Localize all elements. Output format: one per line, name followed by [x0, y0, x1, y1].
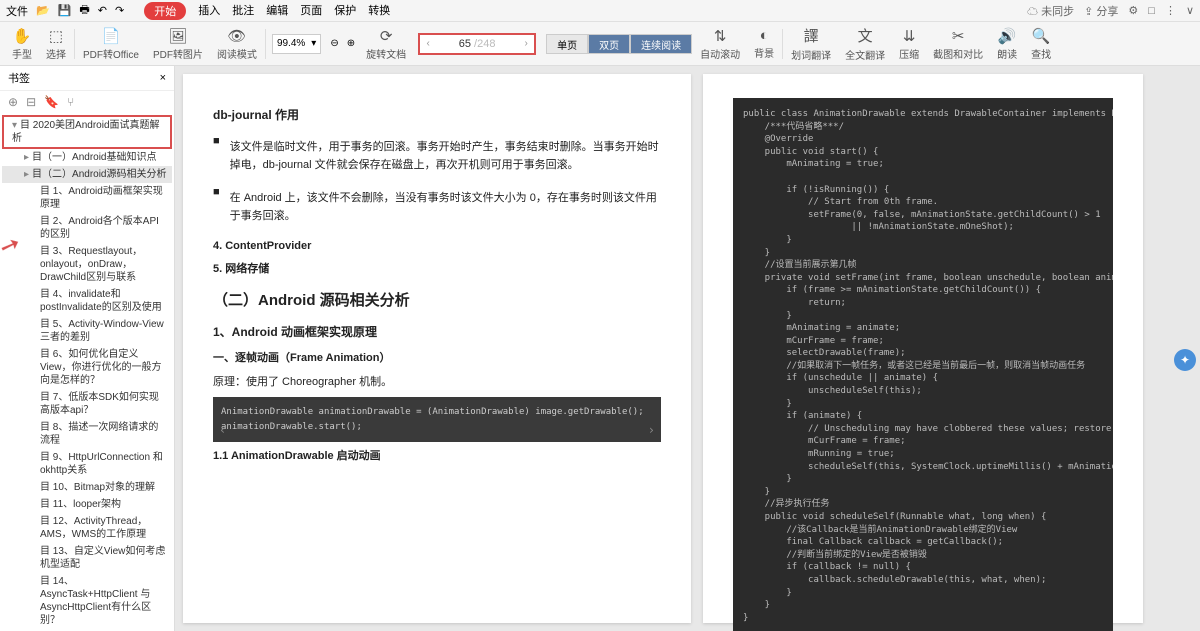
bookmark-item[interactable]: 目 6、如何优化自定义View，你进行优化的一般方向是怎样的？: [2, 346, 172, 389]
tool-readmode[interactable]: 👁阅读模式: [211, 27, 263, 61]
bookmark-item[interactable]: 目 5、Activity-Window-View三者的差别: [2, 316, 172, 346]
share-button[interactable]: ⇪ 分享: [1084, 3, 1118, 19]
add-bookmark-icon[interactable]: ⊕: [8, 95, 18, 109]
zoom-level[interactable]: 99.4%▾: [272, 34, 321, 54]
file-menu[interactable]: 文件: [6, 3, 28, 19]
minimize-icon[interactable]: □: [1148, 5, 1155, 17]
view-single[interactable]: 单页: [546, 34, 588, 54]
heading-5: 5. 网络存储: [213, 261, 661, 279]
bookmark-item[interactable]: 目 10、Bitmap对象的理解: [2, 479, 172, 496]
next-page-icon[interactable]: ›: [518, 38, 534, 49]
para-principle: 原理：使用了 Choreographer 机制。: [213, 374, 661, 392]
tool-fulltrans[interactable]: 文全文翻译: [839, 25, 891, 62]
bookmark-root[interactable]: ▾目 2020美团Android面试真题解析: [2, 115, 172, 149]
close-icon[interactable]: ×: [160, 72, 166, 84]
tab-convert[interactable]: 转换: [368, 2, 390, 20]
bookmark2-icon[interactable]: ⑂: [67, 95, 74, 109]
sync-status[interactable]: ☁ 未同步: [1027, 3, 1074, 19]
tab-insert[interactable]: 插入: [198, 2, 220, 20]
heading-1-anim: 1、Android 动画框架实现原理: [213, 323, 661, 342]
zoom-in-icon[interactable]: ⊕: [344, 38, 358, 49]
page-right: public class AnimationDrawable extends D…: [703, 74, 1143, 623]
tool-hand[interactable]: ✋手型: [6, 27, 38, 61]
tab-annotate[interactable]: 批注: [232, 2, 254, 20]
code-snippet-small: AnimationDrawable animationDrawable = (A…: [213, 397, 661, 442]
page-input[interactable]: ‹ 65 /248 ›: [418, 33, 536, 55]
bookmark-item[interactable]: 目 11、looper架构: [2, 496, 172, 513]
bookmark-item[interactable]: 目 4、invalidate和postInvalidate的区别及使用: [2, 286, 172, 316]
heading-1-1: 1.1 AnimationDrawable 启动动画: [213, 448, 661, 466]
bookmark-item[interactable]: 目 13、自定义View如何考虑机型适配: [2, 543, 172, 573]
tool-autoscroll[interactable]: ⇅自动滚动: [694, 27, 746, 61]
zoom-out-icon[interactable]: ⊖: [327, 38, 341, 49]
prev-page-icon[interactable]: ‹: [420, 38, 436, 49]
undo-icon[interactable]: ↶: [98, 4, 107, 17]
tool-pdfimg[interactable]: 🖼PDF转图片: [147, 27, 209, 61]
para-dbjournal-2: 在 Android 上，该文件不会删除，当没有事务时该文件大小为 0，存在事务时…: [230, 190, 661, 225]
tool-select[interactable]: ⬚选择: [40, 27, 72, 61]
heading-4: 4. ContentProvider: [213, 238, 661, 256]
bookmark-item[interactable]: 目 3、Requestlayout，onlayout，onDraw，DrawCh…: [2, 243, 172, 286]
bookmark-item[interactable]: 目 12、ActivityThread，AMS，WMS的工作原理: [2, 513, 172, 543]
more-icon[interactable]: ⋮: [1165, 4, 1176, 17]
tool-rotate[interactable]: ⟳旋转文档: [360, 27, 412, 61]
tool-find[interactable]: 🔍查找: [1025, 27, 1057, 61]
sidebar-title: 书签: [8, 70, 30, 86]
bookmark-item[interactable]: 目 14、AsyncTask+HttpClient 与 AsyncHttpCli…: [2, 573, 172, 629]
tool-read[interactable]: 🔊朗读: [991, 27, 1023, 61]
bookmark-item[interactable]: 目 9、HttpUrlConnection 和 okhttp关系: [2, 449, 172, 479]
bookmark-item[interactable]: 目 8、描述一次网络请求的流程: [2, 419, 172, 449]
bookmark-item[interactable]: ▸目（二）Android源码相关分析: [2, 166, 172, 183]
tool-crop[interactable]: ✂截图和对比: [927, 27, 989, 61]
tab-start[interactable]: 开始: [144, 2, 186, 20]
bookmark-icon[interactable]: 🔖: [44, 95, 59, 109]
heading-db-journal: db-journal 作用: [213, 106, 661, 125]
redo-icon[interactable]: ↷: [115, 4, 124, 17]
collapse-icon[interactable]: ⊟: [26, 95, 36, 109]
bookmark-item[interactable]: 目 2、Android各个版本API的区别: [2, 213, 172, 243]
tool-transdoc[interactable]: 譯划词翻译: [785, 25, 837, 62]
heading-section-2: （二）Android 源码相关分析: [213, 289, 661, 313]
float-help-icon[interactable]: ✦: [1174, 349, 1196, 371]
tab-protect[interactable]: 保护: [334, 2, 356, 20]
view-continuous[interactable]: 连续阅读: [630, 34, 692, 54]
chevron-down-icon[interactable]: ∨: [1186, 4, 1194, 17]
bookmark-item[interactable]: 目 7、低版本SDK如何实现高版本api？: [2, 389, 172, 419]
tool-bg[interactable]: ◐背景: [748, 27, 780, 60]
settings-icon[interactable]: ⚙: [1128, 4, 1138, 17]
bookmark-item[interactable]: 目 1、Android动画框架实现原理: [2, 183, 172, 213]
tab-edit[interactable]: 编辑: [266, 2, 288, 20]
view-double[interactable]: 双页: [588, 34, 630, 54]
bookmark-item[interactable]: ▸目（一）Android基础知识点: [2, 149, 172, 166]
tab-page[interactable]: 页面: [300, 2, 322, 20]
para-dbjournal-1: 该文件是临时文件，用于事务的回滚。事务开始时产生，事务结束时删除。当事务开始时掉…: [230, 139, 661, 174]
print-icon[interactable]: 🖶: [79, 1, 89, 20]
save-icon[interactable]: 💾: [58, 4, 72, 17]
code-snippet-large: public class AnimationDrawable extends D…: [733, 98, 1113, 631]
tool-pdfoffice[interactable]: 📄PDF转Office: [77, 27, 145, 61]
page-left: db-journal 作用 ■该文件是临时文件，用于事务的回滚。事务开始时产生，…: [183, 74, 691, 623]
open-icon[interactable]: 📂: [36, 4, 50, 17]
tool-compress[interactable]: ⇊压缩: [893, 27, 925, 61]
heading-frame-anim: 一、逐帧动画（Frame Animation）: [213, 350, 661, 368]
